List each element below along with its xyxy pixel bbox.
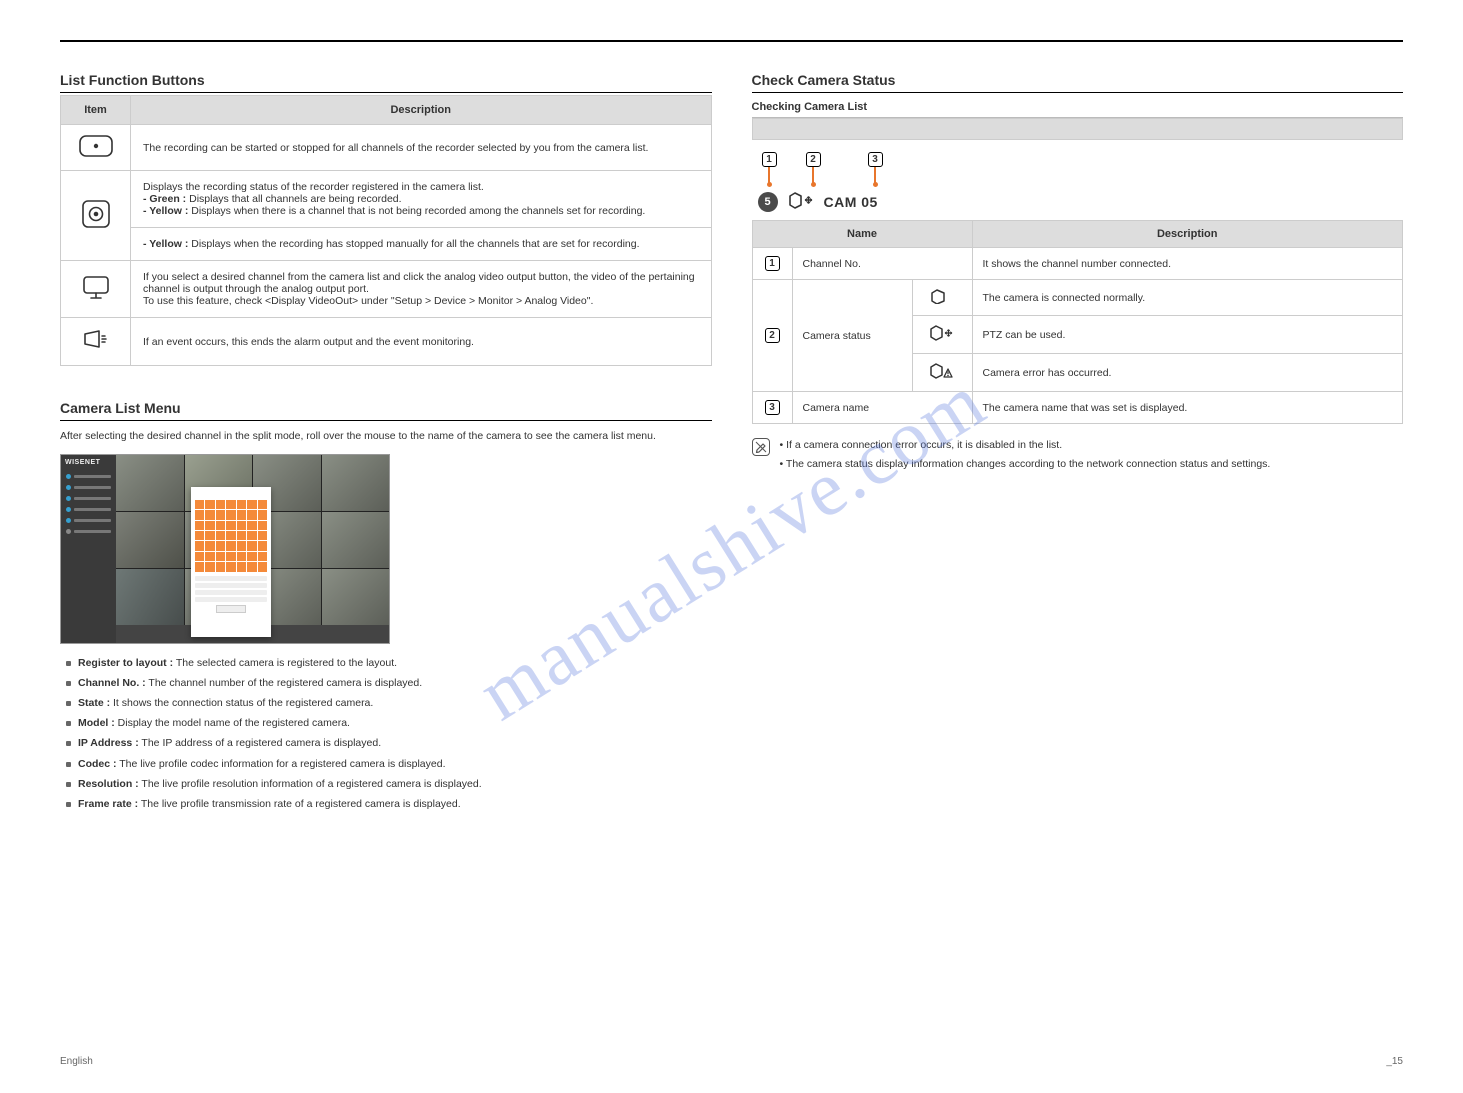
desc-label: - Yellow :	[143, 238, 188, 250]
cell-desc: Camera error has occurred.	[972, 354, 1403, 392]
left-column: List Function Buttons Item Description T…	[60, 66, 712, 817]
callout-num-3: 3	[868, 152, 883, 167]
rec-indicator-icon	[81, 199, 111, 232]
two-column-layout: List Function Buttons Item Description T…	[60, 66, 1403, 817]
cam-ptz-icon	[929, 333, 955, 345]
desc-text: Displays the recording status of the rec…	[143, 181, 484, 193]
table-row: If an event occurs, this ends the alarm …	[61, 318, 712, 366]
desc-text: To use this feature, check <Display Vide…	[143, 295, 593, 307]
note-item: • If a camera connection error occurs, i…	[780, 438, 1271, 453]
cell-desc: It shows the channel number connected.	[972, 248, 1403, 280]
list-item: Resolution : The live profile resolution…	[66, 777, 712, 791]
section2-title: Camera List Menu	[60, 394, 712, 421]
note-block: • If a camera connection error occurs, i…	[752, 438, 1404, 475]
screenshot-thumbnail: WISENET	[60, 454, 390, 644]
desc-text: Displays when the recording has stopped …	[188, 238, 639, 250]
section2-desc: After selecting the desired channel in t…	[60, 429, 712, 444]
row-num-2: 2	[765, 328, 780, 343]
cell-desc: PTZ can be used.	[972, 316, 1403, 354]
table-row: If you select a desired channel from the…	[61, 261, 712, 318]
th-desc: Description	[972, 221, 1403, 248]
function-buttons-table: Item Description The recording can be st…	[60, 95, 712, 366]
gray-header-bar	[752, 118, 1404, 140]
th-item: Item	[61, 96, 131, 125]
right-sub-title: Checking Camera List	[752, 95, 1404, 118]
right-column: Check Camera Status Checking Camera List…	[752, 66, 1404, 817]
cam-error-icon	[929, 371, 955, 383]
cell-desc: The camera is connected normally.	[972, 280, 1403, 316]
cam-normal-icon	[930, 295, 954, 307]
row-num-3: 3	[765, 400, 780, 415]
desc-text: Displays that all channels are being rec…	[186, 193, 401, 205]
page-top-rule	[60, 40, 1403, 42]
cell-desc: If an event occurs, this ends the alarm …	[131, 318, 712, 366]
cell-name: Camera status	[792, 280, 912, 392]
list-item: Model : Display the model name of the re…	[66, 716, 712, 730]
list-item: IP Address : The IP address of a registe…	[66, 736, 712, 750]
footer-right: _15	[1386, 1056, 1403, 1067]
th-name: Name	[752, 221, 972, 248]
cell-name: Channel No.	[792, 248, 972, 280]
camera-name-label: CAM 05	[824, 194, 878, 210]
cam-ptz-icon	[788, 190, 814, 213]
table-row: 2 Camera status The camera is connected …	[752, 280, 1403, 316]
table-row: - Yellow : Displays when the recording h…	[61, 228, 712, 261]
list-item: Frame rate : The live profile transmissi…	[66, 797, 712, 811]
cell-name: Camera name	[792, 392, 972, 424]
note-item: • The camera status display information …	[780, 457, 1271, 472]
left-section-title: List Function Buttons	[60, 66, 712, 93]
table-row: 1 Channel No. It shows the channel numbe…	[752, 248, 1403, 280]
camera-status-table: Name Description 1 Channel No. It shows …	[752, 220, 1404, 424]
callout-num-1: 1	[762, 152, 777, 167]
table-row: Displays the recording status of the rec…	[61, 171, 712, 228]
list-item: State : It shows the connection status o…	[66, 696, 712, 710]
list-item: Codec : The live profile codec informati…	[66, 757, 712, 771]
channel-badge: 5	[758, 192, 778, 212]
page-footer: English _15	[60, 1056, 1403, 1067]
desc-text: Displays when there is a channel that is…	[188, 205, 645, 217]
monitor-icon	[81, 275, 111, 304]
right-section-title: Check Camera Status	[752, 66, 1404, 93]
cell-desc: The recording can be started or stopped …	[131, 125, 712, 171]
desc-label: - Green :	[143, 193, 186, 205]
rec-button-icon	[79, 135, 113, 160]
camera-row-callout: 1 2 3 5 CAM 05	[758, 152, 1404, 210]
alarm-stop-icon	[81, 328, 111, 355]
list-item: Channel No. : The channel number of the …	[66, 676, 712, 690]
cell-desc: The camera name that was set is displaye…	[972, 392, 1403, 424]
note-icon	[752, 438, 770, 456]
camera-list-menu-section: Camera List Menu After selecting the des…	[60, 394, 712, 811]
desc-label: - Yellow :	[143, 205, 188, 217]
table-row: The recording can be started or stopped …	[61, 125, 712, 171]
camera-menu-bullets: Register to layout : The selected camera…	[66, 656, 712, 811]
footer-left: English	[60, 1056, 93, 1067]
list-item: Register to layout : The selected camera…	[66, 656, 712, 670]
cell-desc: If you select a desired channel from the…	[131, 261, 712, 318]
th-desc: Description	[131, 96, 712, 125]
table-row: 3 Camera name The camera name that was s…	[752, 392, 1403, 424]
context-menu-dialog	[191, 487, 271, 637]
row-num-1: 1	[765, 256, 780, 271]
cell-desc: - Yellow : Displays when the recording h…	[131, 228, 712, 261]
desc-text: If you select a desired channel from the…	[143, 271, 695, 295]
callout-num-2: 2	[806, 152, 821, 167]
cell-desc: Displays the recording status of the rec…	[131, 171, 712, 228]
thumb-brand: WISENET	[61, 455, 116, 470]
